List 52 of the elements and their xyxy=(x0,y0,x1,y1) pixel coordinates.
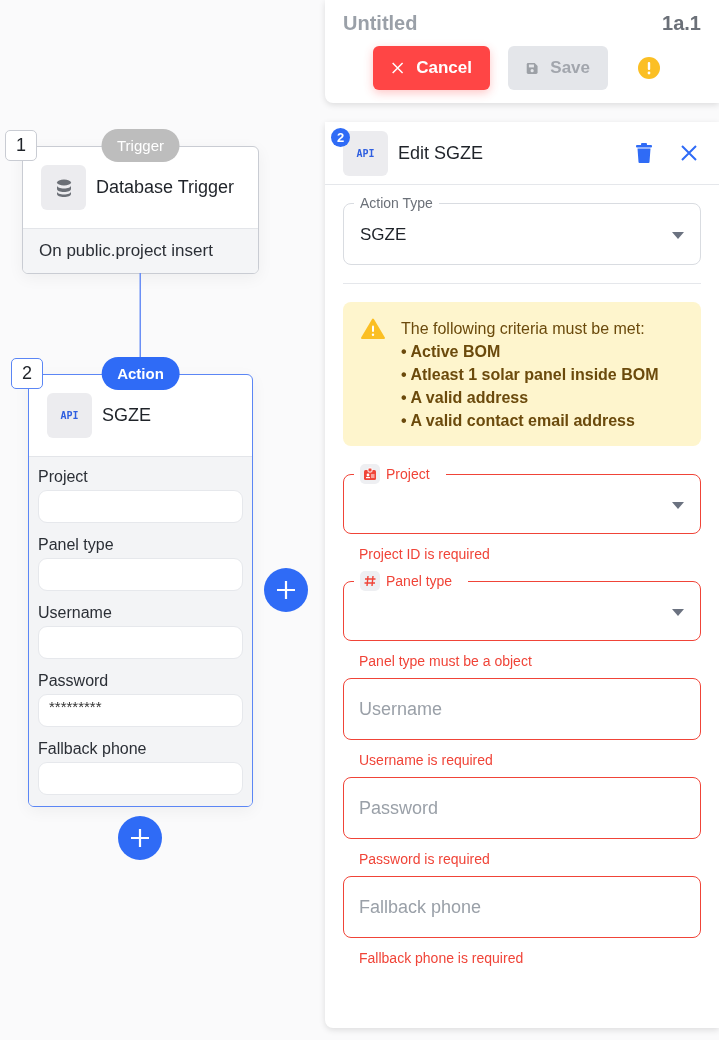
field-label: Panel type xyxy=(38,536,115,554)
field-label: Panel type xyxy=(386,573,454,589)
input-field[interactable]: Password xyxy=(343,777,701,839)
field-label: Username xyxy=(38,604,113,622)
input-field[interactable]: Fallback phone xyxy=(343,876,701,938)
input-field[interactable]: ********* xyxy=(38,694,243,727)
add-step-button[interactable] xyxy=(118,816,162,860)
version-label: 1a.1 xyxy=(662,12,701,35)
close-icon[interactable] xyxy=(681,145,697,161)
error-message: Username is required xyxy=(359,752,494,768)
field-label: Project xyxy=(38,468,89,486)
criteria-item: • Atleast 1 solar panel inside BOM xyxy=(401,366,659,384)
field-label: Project xyxy=(386,466,431,482)
criteria-item: • Active BOM xyxy=(401,343,502,361)
criteria-item: • A valid address xyxy=(401,389,530,407)
error-message: Fallback phone is required xyxy=(359,950,525,966)
document-title: Untitled xyxy=(343,12,418,35)
node-title: Database Trigger xyxy=(96,177,235,198)
field-label: Password xyxy=(38,672,110,690)
field-label: Action Type xyxy=(360,195,433,211)
api-icon: API xyxy=(47,393,92,438)
caret-icon xyxy=(672,231,684,239)
caret-icon xyxy=(672,501,684,509)
input-field[interactable]: Username xyxy=(343,678,701,740)
id-card-icon xyxy=(363,467,377,481)
criteria-item: • A valid contact email address xyxy=(401,412,636,430)
error-message: Password is required xyxy=(359,851,491,867)
add-step-button[interactable] xyxy=(264,568,308,612)
database-icon xyxy=(55,178,72,197)
notice-heading: The following criteria must be met: xyxy=(401,320,646,338)
node-title: SGZE xyxy=(102,405,151,426)
select-field[interactable]: Panel type xyxy=(343,571,701,641)
api-icon: API xyxy=(343,130,388,176)
panel-title: Edit SGZE xyxy=(398,142,485,164)
caret-icon xyxy=(672,608,684,616)
hash-icon xyxy=(363,574,377,588)
node-type-badge: Trigger xyxy=(101,129,180,162)
select-field[interactable]: Project xyxy=(343,464,701,534)
step-number: 2 xyxy=(11,358,43,389)
select-field[interactable]: Action Type SGZE xyxy=(343,195,701,265)
step-number: 1 xyxy=(5,130,37,161)
node-subtitle: On public.project insert xyxy=(39,241,213,260)
field-label: Fallback phone xyxy=(38,740,148,758)
error-message: Project ID is required xyxy=(359,546,491,562)
error-message: Panel type must be a object xyxy=(359,653,533,669)
step-badge: 2 xyxy=(331,128,350,147)
node-type-badge: Action xyxy=(101,357,180,390)
warning-icon xyxy=(637,56,661,80)
select-value: SGZE xyxy=(360,225,407,245)
warning-icon xyxy=(361,318,385,339)
delete-icon[interactable] xyxy=(636,143,652,163)
close-icon xyxy=(391,60,405,76)
